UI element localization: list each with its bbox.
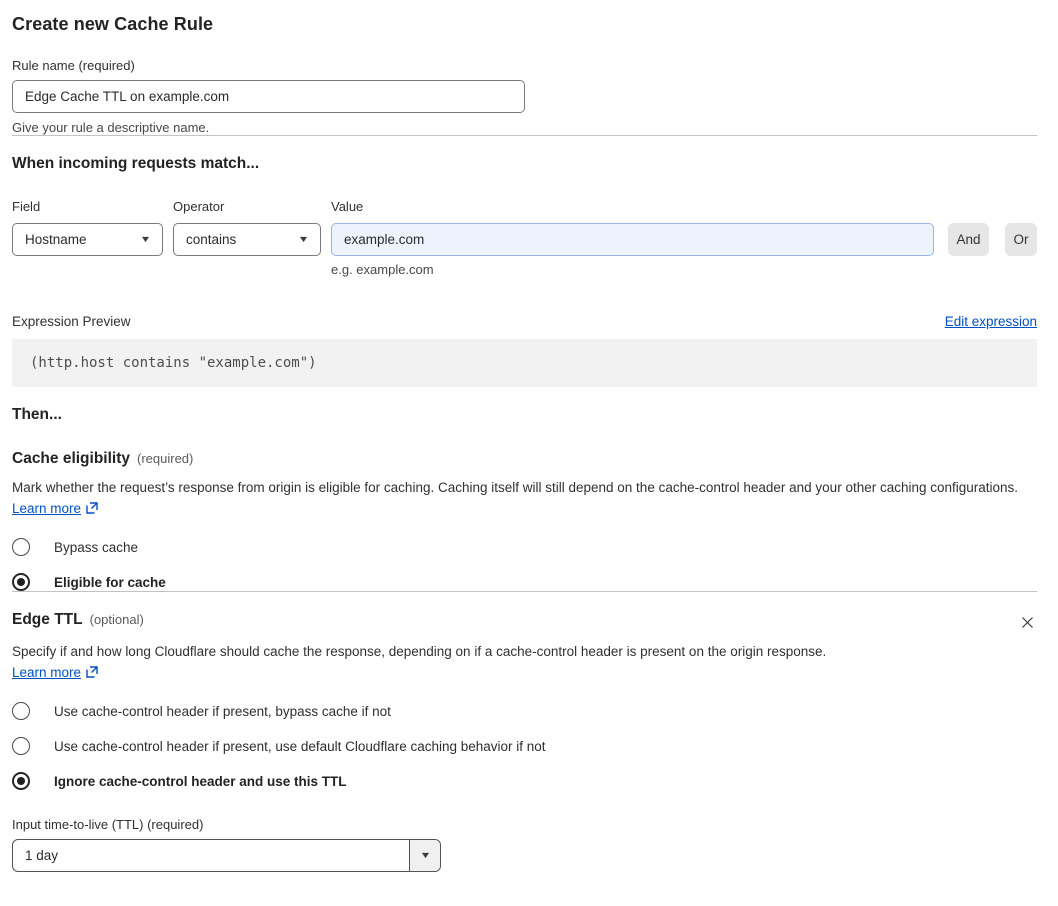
page-title: Create new Cache Rule [12,14,214,34]
ttl-label: Input time-to-live (TTL) (required) [12,817,204,832]
create-cache-rule-form: Create new Cache Rule Rule name (require… [0,0,1058,884]
radio-ignore-header-use-ttl[interactable]: Ignore cache-control header and use this… [12,772,1037,790]
radio-label: Ignore cache-control header and use this… [54,773,347,789]
cache-eligibility-options: Bypass cache Eligible for cache [12,538,1037,591]
cache-eligibility-title: Cache eligibility [12,450,131,467]
field-select[interactable]: Hostname ▼ [12,223,163,256]
radio-eligible-for-cache[interactable]: Eligible for cache [12,573,1037,591]
then-heading: Then... [12,406,62,423]
ttl-dropdown-button[interactable]: ▼ [409,840,440,871]
ttl-select[interactable]: 1 day ▼ [12,839,441,872]
value-input[interactable] [331,223,934,256]
value-label: Value [331,199,364,214]
radio-label: Use cache-control header if present, byp… [54,703,391,719]
cache-eligibility-qualifier: (required) [137,451,194,466]
radio-bypass-cache[interactable]: Bypass cache [12,538,1037,556]
and-button[interactable]: And [948,223,989,256]
value-help: e.g. example.com [331,262,434,277]
learn-more-link[interactable]: Learn more [12,665,81,680]
chevron-down-icon: ▼ [139,234,152,244]
chevron-down-icon: ▼ [297,234,310,244]
rule-name-help: Give your rule a descriptive name. [12,120,210,135]
operator-label: Operator [173,199,225,214]
expression-code: (http.host contains "example.com") [12,339,1037,387]
cache-eligibility-description-text: Mark whether the request’s response from… [12,480,1019,495]
radio-icon[interactable] [12,702,30,720]
operator-select[interactable]: contains ▼ [173,223,321,256]
radio-icon[interactable] [12,573,30,591]
edge-ttl-options: Use cache-control header if present, byp… [12,702,1037,790]
match-heading: When incoming requests match... [12,155,260,172]
edit-expression-link[interactable]: Edit expression [945,314,1037,329]
radio-label: Bypass cache [54,539,139,555]
or-button[interactable]: Or [1005,223,1037,256]
ttl-select-value[interactable]: 1 day [13,840,409,871]
chevron-down-icon: ▼ [418,850,432,860]
close-button[interactable] [1018,613,1037,632]
radio-icon[interactable] [12,772,30,790]
rule-name-input[interactable] [12,80,525,113]
edge-ttl-description: Specify if and how long Cloudflare shoul… [12,641,847,683]
operator-select-value: contains [186,232,237,247]
expression-preview-label: Expression Preview [12,314,131,329]
radio-label: Use cache-control header if present, use… [54,738,546,754]
radio-use-header-default[interactable]: Use cache-control header if present, use… [12,737,1037,755]
edge-ttl-title: Edge TTL [12,611,83,628]
learn-more-link[interactable]: Learn more [12,501,81,516]
divider [12,591,1037,592]
divider [12,135,1037,136]
radio-label: Eligible for cache [54,574,166,590]
edge-ttl-description-text: Specify if and how long Cloudflare shoul… [12,644,827,659]
edge-ttl-qualifier: (optional) [89,612,144,627]
cache-eligibility-description: Mark whether the request’s response from… [12,477,1037,519]
external-link-icon [86,666,98,678]
field-select-value: Hostname [25,232,87,247]
match-builder: Field Operator Value Hostname ▼ contains… [12,199,1037,277]
rule-name-label: Rule name (required) [12,58,135,73]
external-link-icon [86,502,98,514]
radio-icon[interactable] [12,737,30,755]
close-icon [1022,617,1033,628]
field-label: Field [12,199,41,214]
radio-use-header-bypass[interactable]: Use cache-control header if present, byp… [12,702,1037,720]
radio-icon[interactable] [12,538,30,556]
